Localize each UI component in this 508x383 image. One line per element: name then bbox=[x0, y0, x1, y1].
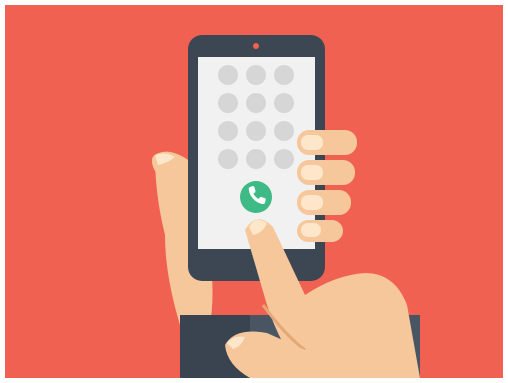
keypad-key[interactable] bbox=[274, 149, 294, 169]
keypad-key[interactable] bbox=[218, 93, 238, 113]
front-camera-icon bbox=[253, 43, 259, 49]
keypad-key[interactable] bbox=[218, 149, 238, 169]
keypad-key[interactable] bbox=[218, 121, 238, 141]
keypad-key[interactable] bbox=[246, 93, 266, 113]
illustration-frame bbox=[5, 5, 503, 378]
keypad-key[interactable] bbox=[246, 121, 266, 141]
keypad-key[interactable] bbox=[246, 149, 266, 169]
keypad-key[interactable] bbox=[274, 93, 294, 113]
call-button[interactable] bbox=[240, 181, 272, 213]
keypad-key[interactable] bbox=[274, 121, 294, 141]
keypad-key[interactable] bbox=[218, 65, 238, 85]
keypad-key[interactable] bbox=[246, 65, 266, 85]
hand-phone-illustration bbox=[151, 35, 420, 378]
keypad-key[interactable] bbox=[274, 65, 294, 85]
